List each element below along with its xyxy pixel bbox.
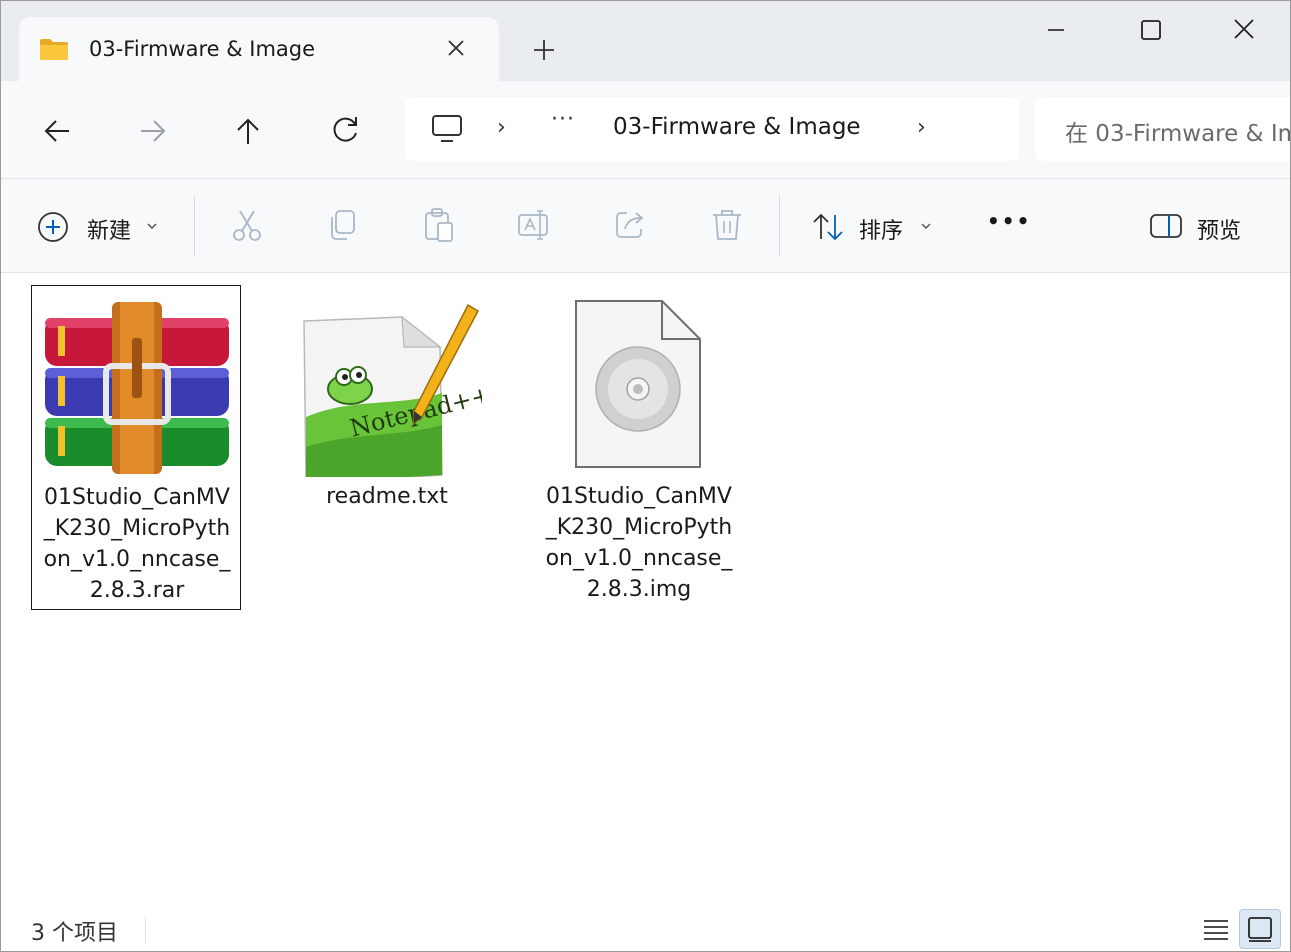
plus-circle-icon [38, 212, 68, 242]
preview-pane-icon [1150, 214, 1182, 238]
file-item-txt[interactable]: Notepad++ readme.txt [282, 285, 492, 610]
more-options-button[interactable]: ••• [987, 207, 1031, 247]
sort-button[interactable]: 排序 [811, 207, 941, 247]
more-icon: ••• [987, 209, 1032, 233]
plus-icon [534, 40, 554, 60]
refresh-button[interactable] [325, 111, 365, 151]
file-name: 01Studio_CanMV_K230_MicroPython_v1.0_nnc… [545, 484, 733, 602]
new-label: 新建 [87, 219, 132, 244]
maximize-icon [1141, 20, 1161, 40]
arrow-left-icon [44, 120, 69, 142]
item-count: 3 个项目 [31, 921, 118, 946]
disc-image-file-icon [575, 300, 701, 468]
cut-icon[interactable] [229, 207, 265, 243]
title-bar: 03-Firmware & Image [1, 1, 1290, 81]
search-box[interactable]: 在 03-Firmware & Image 中搜索 [1035, 97, 1290, 161]
refresh-icon [333, 117, 357, 142]
breadcrumb-more-button[interactable]: ··· [551, 107, 575, 132]
divider [194, 195, 195, 257]
file-explorer-window: 03-Firmware & Image › ··· 03-Firmware & … [0, 0, 1291, 952]
maximize-button[interactable] [1127, 11, 1173, 51]
chevron-down-icon [147, 223, 157, 230]
close-icon [448, 40, 464, 56]
large-icons-view-button[interactable] [1239, 909, 1281, 949]
delete-icon[interactable] [709, 207, 745, 243]
forward-button[interactable] [133, 111, 173, 151]
winrar-archive-icon [45, 302, 229, 474]
preview-pane-button[interactable]: 预览 [1149, 207, 1259, 247]
file-name: 01Studio_CanMV_K230_MicroPython_v1.0_nnc… [43, 485, 231, 603]
notepadpp-file-icon: Notepad++ [303, 303, 482, 477]
back-button[interactable] [37, 111, 77, 151]
copy-icon[interactable] [325, 207, 361, 243]
share-icon[interactable] [613, 207, 649, 243]
paste-icon[interactable] [421, 207, 457, 243]
search-placeholder: 在 03-Firmware & Image 中搜索 [1065, 121, 1290, 147]
sort-icon [813, 213, 843, 241]
new-button[interactable]: 新建 [37, 207, 167, 247]
file-item-img[interactable]: 01Studio_CanMV_K230_MicroPython_v1.0_nnc… [534, 285, 744, 610]
minimize-icon [1048, 29, 1064, 31]
close-icon [1234, 19, 1254, 39]
folder-icon [40, 39, 68, 60]
details-view-icon [1204, 920, 1228, 940]
details-view-button[interactable] [1195, 909, 1237, 949]
minimize-button[interactable] [1033, 11, 1079, 51]
sort-label: 排序 [859, 219, 904, 244]
file-list: 01Studio_CanMV_K230_MicroPython_v1.0_nnc… [1, 273, 1290, 905]
up-button[interactable] [228, 111, 268, 151]
close-window-button[interactable] [1221, 11, 1267, 51]
large-icons-view-icon [1248, 917, 1272, 942]
tab-current-folder[interactable]: 03-Firmware & Image [19, 17, 499, 81]
arrow-right-icon [141, 120, 166, 142]
tab-close-button[interactable] [443, 35, 469, 61]
new-tab-button[interactable] [527, 33, 561, 67]
breadcrumb-current-folder[interactable]: 03-Firmware & Image [613, 114, 861, 140]
divider [145, 917, 146, 943]
preview-label: 预览 [1197, 219, 1242, 244]
breadcrumb-separator[interactable]: › [497, 115, 506, 140]
chevron-down-icon [921, 223, 931, 230]
navigation-bar: › ··· 03-Firmware & Image › 在 03-Firmwar… [1, 81, 1290, 179]
status-bar: 3 个项目 [1, 905, 1290, 951]
divider [779, 195, 780, 257]
computer-icon [432, 115, 462, 142]
file-name: readme.txt [326, 484, 448, 509]
file-item-rar[interactable]: 01Studio_CanMV_K230_MicroPython_v1.0_nnc… [31, 285, 241, 610]
tab-title: 03-Firmware & Image [89, 37, 316, 61]
command-bar: 新建 排序 ••• 预览 [1, 179, 1290, 273]
address-bar[interactable]: › ··· 03-Firmware & Image › [405, 97, 1019, 161]
arrow-up-icon [237, 118, 259, 144]
breadcrumb-separator[interactable]: › [917, 115, 926, 140]
rename-icon[interactable] [517, 207, 553, 243]
